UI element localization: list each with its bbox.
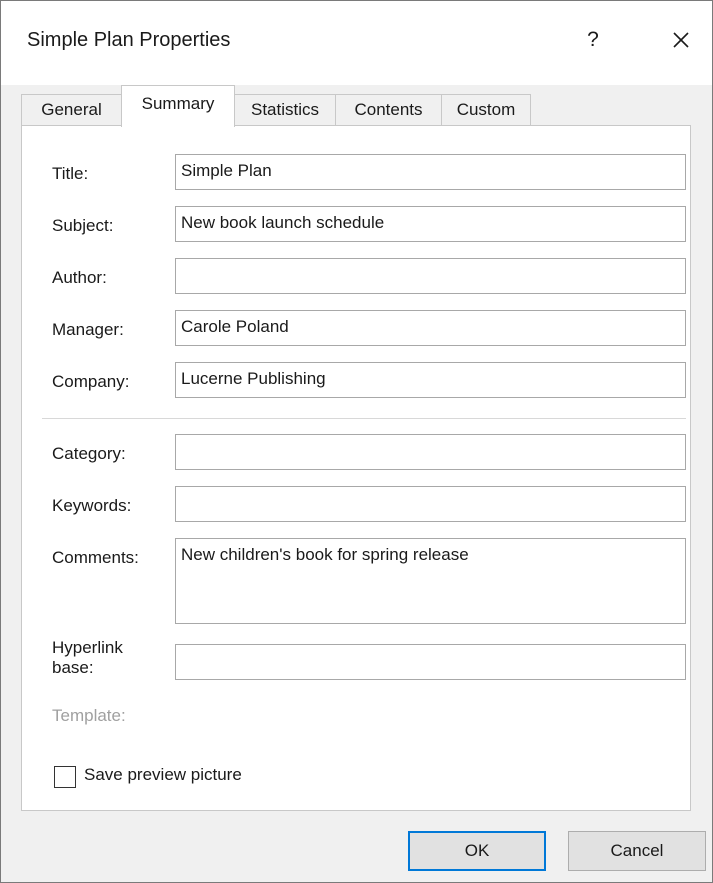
hyperlink-base-label: Hyperlink base: [52, 638, 123, 678]
subject-label: Subject: [52, 216, 114, 235]
hyperlink-base-field[interactable] [175, 644, 686, 680]
author-label: Author: [52, 268, 107, 287]
tab-summary[interactable]: Summary [121, 85, 235, 127]
window-title: Simple Plan Properties [27, 29, 231, 51]
tab-strip: General Summary Statistics Contents Cust… [21, 85, 691, 127]
summary-panel: Title: Simple Plan Subject: New book lau… [21, 125, 691, 811]
cancel-button[interactable]: Cancel [568, 831, 706, 871]
keywords-field[interactable] [175, 486, 686, 522]
comments-label: Comments: [52, 548, 139, 567]
save-preview-label[interactable]: Save preview picture [84, 765, 242, 785]
title-field[interactable]: Simple Plan [175, 154, 686, 190]
keywords-label: Keywords: [52, 496, 132, 515]
tab-custom[interactable]: Custom [441, 94, 531, 125]
close-icon [673, 32, 689, 48]
category-field[interactable] [175, 434, 686, 470]
title-label: Title: [52, 164, 89, 183]
hyperlink-base-label-line1: Hyperlink [52, 638, 123, 657]
help-button[interactable]: ? [571, 15, 615, 65]
company-label: Company: [52, 372, 130, 391]
template-label: Template: [52, 706, 126, 725]
separator [42, 418, 686, 419]
manager-field[interactable]: Carole Poland [175, 310, 686, 346]
title-bar: Simple Plan Properties ? [1, 1, 712, 85]
subject-field[interactable]: New book launch schedule [175, 206, 686, 242]
ok-button[interactable]: OK [408, 831, 546, 871]
save-preview-checkbox[interactable] [54, 766, 76, 788]
comments-field[interactable]: New children's book for spring release [175, 538, 686, 624]
tab-statistics[interactable]: Statistics [234, 94, 336, 125]
properties-dialog: Simple Plan Properties ? General Summary… [0, 0, 713, 883]
tab-contents[interactable]: Contents [335, 94, 442, 125]
tab-general[interactable]: General [21, 94, 122, 125]
hyperlink-base-label-line2: base: [52, 658, 94, 677]
author-field[interactable] [175, 258, 686, 294]
manager-label: Manager: [52, 320, 124, 339]
company-field[interactable]: Lucerne Publishing [175, 362, 686, 398]
close-button[interactable] [659, 15, 703, 65]
category-label: Category: [52, 444, 126, 463]
